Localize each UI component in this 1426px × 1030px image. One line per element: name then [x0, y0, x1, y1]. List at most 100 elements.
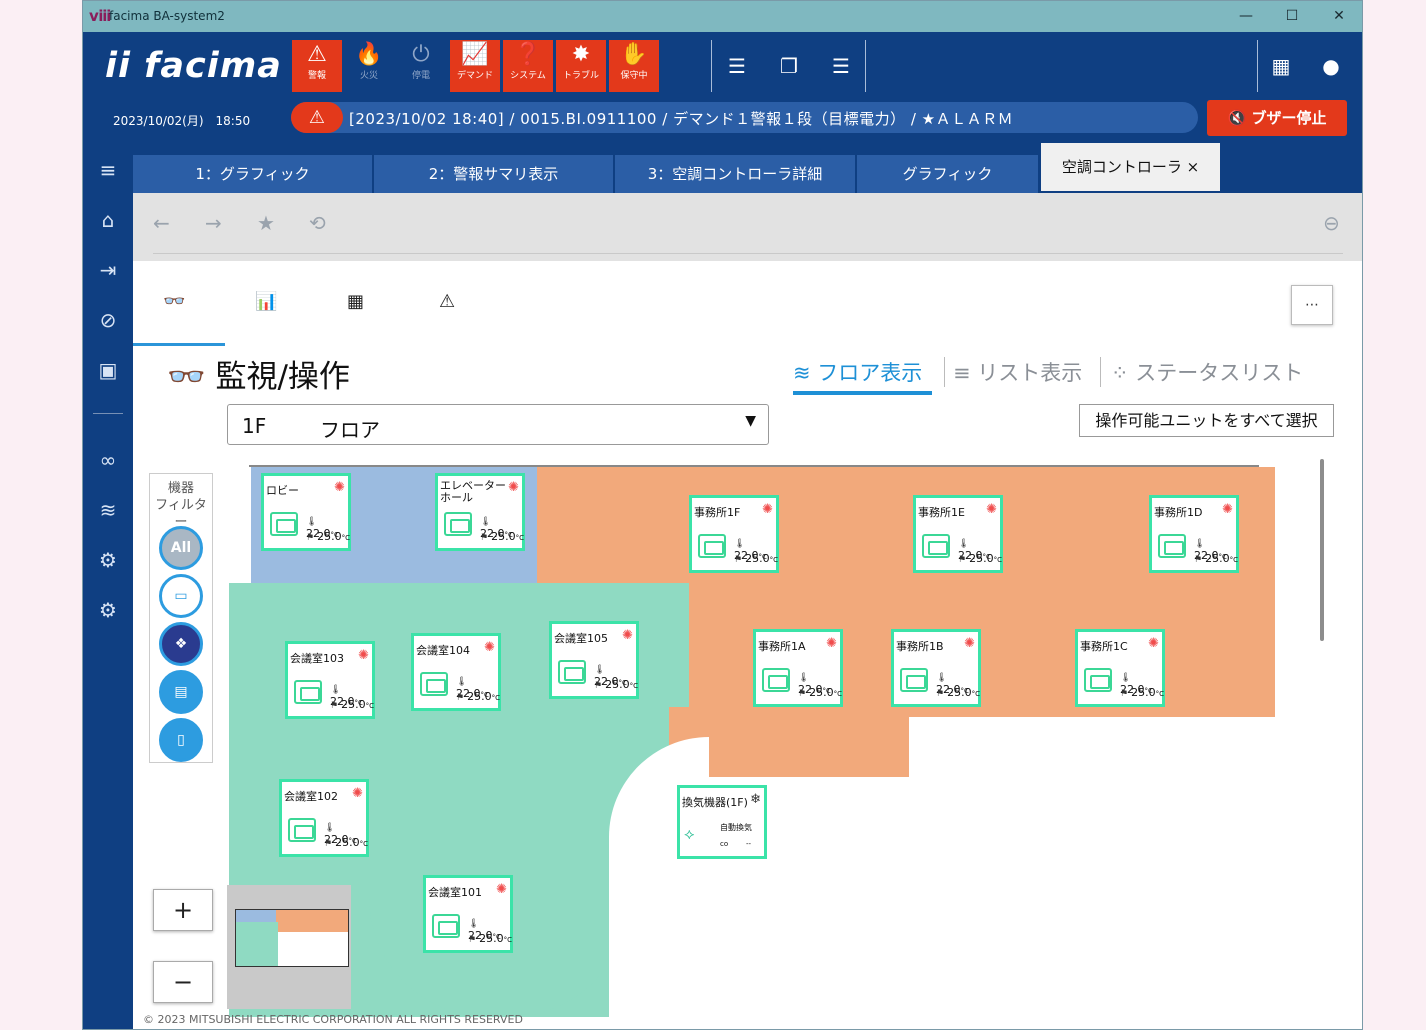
alarm-message-bar[interactable]: ⚠ [2023/10/02 18:40] / 0015.BI.0911100 /…	[291, 102, 1198, 133]
user-account-icon[interactable]: ●	[1317, 52, 1345, 80]
status-list-tab[interactable]: ⁘ ステータスリスト	[1111, 357, 1303, 387]
logout-icon[interactable]: ⇥	[93, 255, 123, 285]
setpoint-icon: ⚑	[468, 935, 477, 945]
ac-unit-icon	[288, 818, 316, 842]
ventilation-mode-icon: ❄	[750, 792, 761, 807]
floor-select[interactable]: 1F フロア ▼	[227, 404, 769, 445]
tab-graphic-1[interactable]: 1：グラフィック	[133, 155, 373, 193]
power-outage-status-button[interactable]: ⏻ 停電	[396, 40, 446, 92]
tab-ac-controller-detail[interactable]: 3：空調コントローラ詳細	[615, 155, 856, 193]
setpoint-icon: ⚑	[330, 701, 339, 711]
filter-all-button[interactable]: All	[159, 526, 203, 570]
demand-status-label: デマンド	[456, 71, 493, 81]
select-all-units-button[interactable]: 操作可能ユニットをすべて選択	[1079, 404, 1334, 437]
close-window-button[interactable]: ✕	[1324, 5, 1354, 27]
alarm-status-label: 警報	[307, 71, 326, 81]
alarm-tool-icon[interactable]: ⚠	[439, 291, 455, 312]
home-icon[interactable]: ⌂	[93, 205, 123, 235]
system-icon: ❓	[514, 42, 542, 67]
schedule-tool-icon[interactable]: ▦	[347, 291, 364, 312]
unit-name: エレベーター ホール	[440, 479, 506, 504]
heating-mode-icon: ✺	[1148, 636, 1159, 651]
trend-tool-icon[interactable]: 📊	[255, 291, 277, 312]
ventilation-name: 換気機器(1F)	[682, 796, 748, 809]
more-options-button[interactable]: ⋯	[1291, 285, 1333, 325]
unit-lobby[interactable]: ロビー ✺ 🌡22.0°C ⚑ 25.0°C	[261, 473, 351, 551]
unit-elevator-hall[interactable]: エレベーター ホール ✺ 🌡22.0°C ⚑ 25.0°C	[435, 473, 525, 551]
map-scrollbar[interactable]	[1320, 459, 1324, 641]
page-title: 👓 監視/操作	[167, 351, 350, 396]
page-title-text: 監視/操作	[215, 359, 350, 395]
unit-office-1e[interactable]: 事務所1E ✺ 🌡22.0°C ⚑ 25.0°C	[913, 495, 1003, 573]
filter-document-icon[interactable]: ▯	[159, 718, 203, 762]
unit-meeting-105[interactable]: 会議室105 ✺ 🌡22.0°C ⚑ 25.0°C	[549, 621, 639, 699]
unit-office-1d[interactable]: 事務所1D ✺ 🌡22.0°C ⚑ 25.0°C	[1149, 495, 1239, 573]
list-view-tab[interactable]: ≡ リスト表示	[953, 357, 1082, 387]
unit-set-unit: °C	[1155, 690, 1164, 698]
list-view-icon[interactable]: ☰	[827, 52, 855, 80]
heating-mode-icon: ✺	[762, 502, 773, 517]
setpoint-icon: ⚑	[798, 689, 807, 699]
alarm-status-button[interactable]: ⚠ 警報	[292, 40, 342, 92]
floor-view-tab[interactable]: ≋ フロア表示	[793, 357, 922, 387]
unit-office-1a[interactable]: 事務所1A ✺ 🌡22.0°C ⚑ 25.0°C	[753, 629, 843, 707]
unit-set-temp: ⚑ 25.0°C	[456, 690, 500, 703]
heating-mode-icon: ✺	[484, 640, 495, 655]
device-settings-icon[interactable]: ⚙	[93, 545, 123, 575]
monitor-settings-icon[interactable]: ⚙	[93, 595, 123, 625]
tab-graphic[interactable]: グラフィック	[857, 155, 1039, 193]
unit-name: 事務所1F	[694, 506, 741, 519]
unit-meeting-102[interactable]: 会議室102 ✺ 🌡22.0°C ⚑ 25.0°C	[279, 779, 369, 857]
thermometer-icon: 🌡	[594, 665, 606, 675]
heating-mode-icon: ✺	[964, 636, 975, 651]
building-icon[interactable]: ▦	[1267, 52, 1295, 80]
unit-office-1b[interactable]: 事務所1B ✺ 🌡22.0°C ⚑ 25.0°C	[891, 629, 981, 707]
trouble-status-button[interactable]: ✸ トラブル	[556, 40, 606, 92]
binoculars-icon[interactable]: ∞	[93, 445, 123, 475]
unit-name: 事務所1A	[758, 640, 806, 653]
ac-unit-icon	[294, 680, 322, 704]
unit-set-unit: °C	[769, 556, 778, 564]
database-icon[interactable]: ≋	[93, 495, 123, 525]
unit-set-unit: °C	[365, 702, 374, 710]
unit-set-temp: ⚑ 25.0°C	[330, 698, 374, 711]
copy-icon[interactable]: ❐	[775, 52, 803, 80]
unit-meeting-104[interactable]: 会議室104 ✺ 🌡22.0°C ⚑ 25.0°C	[411, 633, 501, 711]
unit-ventilation[interactable]: 換気機器(1F) ❄ ⟡ 自動換気 co --	[677, 785, 767, 859]
filter-ventilation-icon[interactable]: ❖	[159, 622, 203, 666]
buzzer-stop-button[interactable]: 🔇 ブザー停止	[1207, 100, 1347, 136]
maximize-button[interactable]: ☐	[1277, 5, 1307, 27]
collapse-icon[interactable]: ⊖	[1323, 211, 1340, 235]
maintenance-status-button[interactable]: ✋ 保守中	[609, 40, 659, 92]
tab-ac-controller[interactable]: 空調コントローラ ×	[1041, 143, 1221, 191]
eye-off-icon[interactable]: ⊘	[93, 305, 123, 335]
menu-icon[interactable]: ≡	[93, 155, 123, 185]
refresh-icon[interactable]: ⟲	[309, 211, 326, 235]
floor-minimap[interactable]	[227, 885, 351, 1009]
filter-equipment-icon[interactable]: ▤	[159, 670, 203, 714]
monitor-tool-icon[interactable]: 👓	[163, 291, 185, 312]
heating-mode-icon: ✺	[1222, 502, 1233, 517]
minimize-button[interactable]: —	[1231, 5, 1261, 27]
device-filter-panel: 機器 フィルター All ▭ ❖ ▤ ▯	[149, 473, 213, 763]
forward-icon[interactable]: →	[205, 211, 222, 235]
unit-set-value: 25.0	[341, 698, 366, 711]
unit-meeting-103[interactable]: 会議室103 ✺ 🌡22.0°C ⚑ 25.0°C	[285, 641, 375, 719]
back-icon[interactable]: ←	[153, 211, 170, 235]
filter-ac-icon[interactable]: ▭	[159, 574, 203, 618]
fire-status-button[interactable]: 🔥 火災	[344, 40, 394, 92]
favorite-icon[interactable]: ★	[257, 211, 275, 235]
list-icon[interactable]: ☰	[723, 52, 751, 80]
unit-set-unit: °C	[341, 534, 350, 542]
zoom-in-button[interactable]: +	[153, 889, 213, 931]
tab-alarm-summary[interactable]: 2：警報サマリ表示	[374, 155, 614, 193]
system-status-button[interactable]: ❓ システム	[503, 40, 553, 92]
panel-icon[interactable]: ▣	[93, 355, 123, 385]
zoom-out-button[interactable]: −	[153, 961, 213, 1003]
setpoint-icon: ⚑	[324, 839, 333, 849]
unit-set-temp: ⚑ 25.0°C	[1194, 552, 1238, 565]
unit-office-1f[interactable]: 事務所1F ✺ 🌡22.0°C ⚑ 25.0°C	[689, 495, 779, 573]
unit-office-1c[interactable]: 事務所1C ✺ 🌡22.0°C ⚑ 25.0°C	[1075, 629, 1165, 707]
demand-status-button[interactable]: 📈 デマンド	[450, 40, 500, 92]
unit-meeting-101[interactable]: 会議室101 ✺ 🌡22.0°C ⚑ 25.0°C	[423, 875, 513, 953]
